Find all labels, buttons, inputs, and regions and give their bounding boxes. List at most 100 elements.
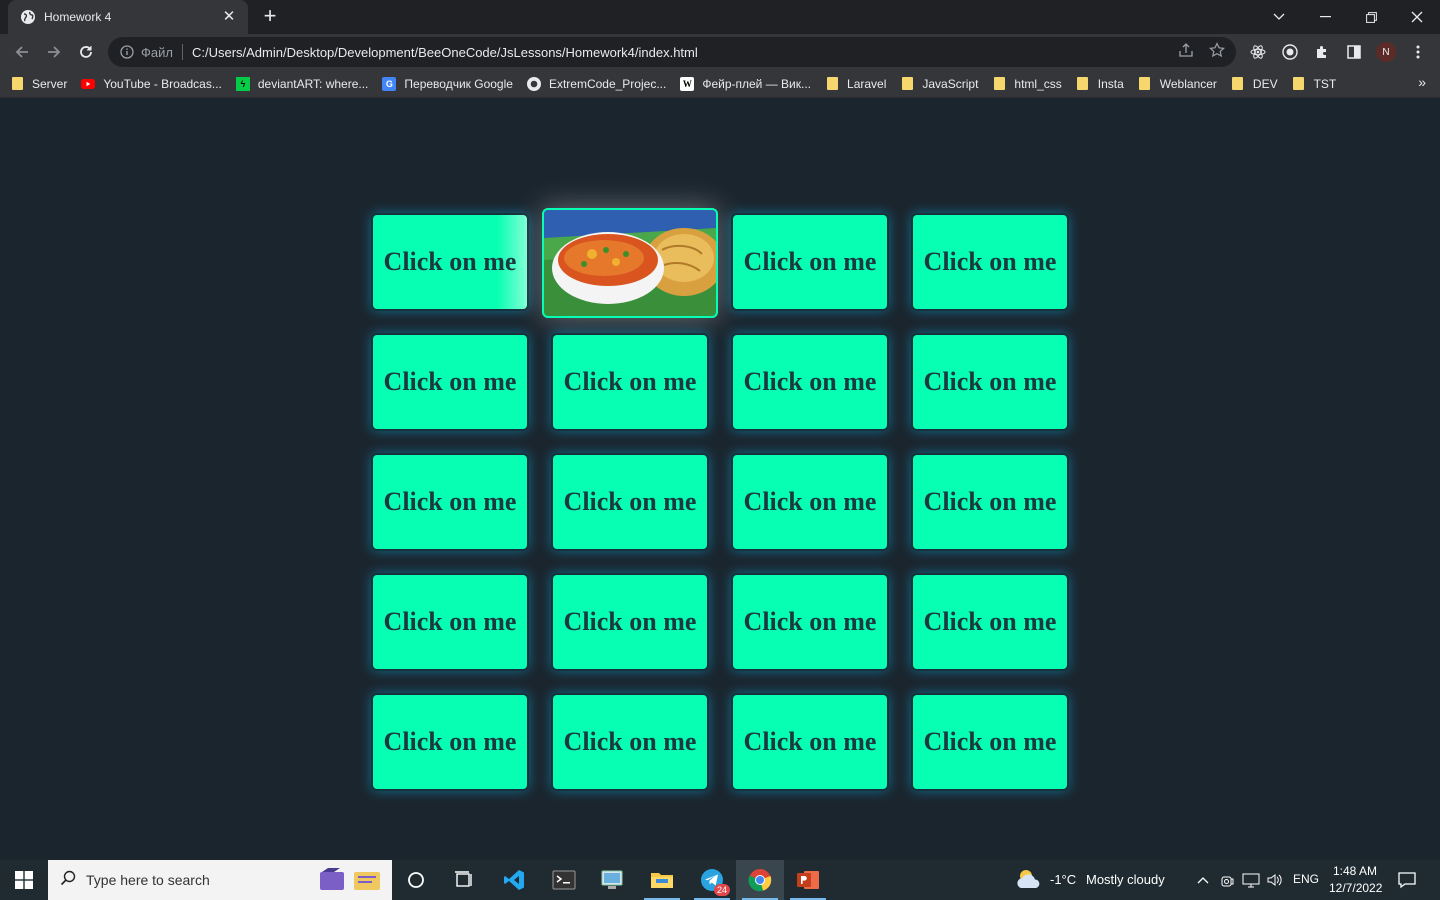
memory-card[interactable]: Click on me <box>551 573 709 671</box>
memory-card[interactable]: Click on me <box>911 453 1069 551</box>
card-label: Click on me <box>923 247 1057 276</box>
memory-card[interactable]: Click on me <box>911 333 1069 431</box>
telegram-icon[interactable]: 24 <box>688 860 736 900</box>
bookmark-javascript[interactable]: JavaScript <box>900 73 978 95</box>
memory-card[interactable]: Click on me <box>731 573 889 671</box>
bookmark-label: html_css <box>1014 76 1062 91</box>
bookmark-deviantart[interactable]: ϟ deviantART: where... <box>235 73 369 95</box>
weather-cloud-icon[interactable] <box>1015 868 1043 892</box>
memory-card[interactable]: Click on me <box>731 213 889 311</box>
network-icon[interactable] <box>1242 871 1260 889</box>
more-bookmarks-button[interactable]: » <box>1418 74 1426 90</box>
cortana-icon[interactable] <box>392 860 440 900</box>
bookmark-dev[interactable]: DEV <box>1231 73 1278 95</box>
address-bar[interactable]: Файл C:/Users/Admin/Desktop/Development/… <box>108 37 1236 67</box>
onedrive-icon[interactable] <box>1218 871 1236 889</box>
bookmark-extremcode[interactable]: ExtremCode_Projec... <box>526 73 667 95</box>
card-label: Click on me <box>383 487 517 516</box>
telegram-badge: 24 <box>714 884 731 896</box>
page-content: Click on me Click on me Click on me Click o… <box>0 98 1440 860</box>
card-label: Click on me <box>743 607 877 636</box>
terminal-icon[interactable] <box>540 860 588 900</box>
tab-close-icon[interactable]: ✕ <box>220 8 238 26</box>
bookmark-tst[interactable]: TST <box>1292 73 1337 95</box>
task-view-icon[interactable] <box>440 860 488 900</box>
card-label: Click on me <box>923 367 1057 396</box>
memory-card[interactable]: Click on me <box>551 333 709 431</box>
chevron-up-icon[interactable] <box>1194 871 1212 889</box>
bookmark-label: JavaScript <box>922 76 979 91</box>
memory-card[interactable]: Click on me <box>371 693 529 791</box>
record-extension-icon[interactable] <box>1280 42 1300 62</box>
bookmark-label: Server <box>32 76 68 91</box>
bookmark-label: Laravel <box>847 76 887 91</box>
bookmark-label: deviantART: where... <box>257 76 369 91</box>
memory-card[interactable]: Click on me <box>371 453 529 551</box>
memory-card[interactable]: Click on me <box>551 693 709 791</box>
bookmark-server[interactable]: Server <box>10 73 67 95</box>
clock-date[interactable]: 12/7/2022 <box>1329 881 1382 895</box>
memory-card[interactable]: Click on me <box>911 213 1069 311</box>
card-label: Click on me <box>383 727 517 756</box>
notification-center-icon[interactable] <box>1398 871 1416 889</box>
omnibox-divider <box>181 44 183 60</box>
volume-icon[interactable] <box>1266 871 1284 889</box>
bookmark-youtube[interactable]: YouTube - Broadcas... <box>81 73 222 95</box>
folder-icon <box>1138 77 1152 91</box>
memory-card[interactable]: Click on me <box>371 573 529 671</box>
reload-button[interactable] <box>73 39 99 65</box>
card-label: Click on me <box>383 607 517 636</box>
bookmark-wikipedia[interactable]: W Фейр-плей — Вик... <box>680 73 811 95</box>
bookmark-google-translate[interactable]: G Переводчик Google <box>382 73 513 95</box>
card-label: Click on me <box>923 607 1057 636</box>
input-language[interactable]: ENG <box>1293 872 1319 886</box>
bookmark-weblancer[interactable]: Weblancer <box>1138 73 1217 95</box>
new-tab-button[interactable]: + <box>258 5 282 29</box>
card-label: Click on me <box>923 727 1057 756</box>
globe-icon <box>20 9 36 25</box>
extensions-puzzle-icon[interactable] <box>1312 42 1332 62</box>
share-icon[interactable] <box>1177 41 1195 59</box>
network-pc-icon[interactable] <box>588 860 636 900</box>
memory-card[interactable]: Click on me <box>731 333 889 431</box>
forward-button[interactable] <box>41 39 67 65</box>
memory-card-revealed[interactable] <box>542 208 718 318</box>
powerpoint-icon[interactable] <box>784 860 832 900</box>
tab-search-icon[interactable] <box>1256 0 1302 34</box>
bookmark-html-css[interactable]: html_css <box>992 73 1062 95</box>
vscode-icon[interactable] <box>490 860 538 900</box>
bookmark-star-icon[interactable] <box>1208 41 1226 59</box>
bookmark-label: ExtremCode_Projec... <box>548 76 667 91</box>
google-translate-icon: G <box>382 76 397 91</box>
back-button[interactable] <box>9 39 35 65</box>
minimize-button[interactable] <box>1302 0 1348 34</box>
memory-card[interactable]: Click on me <box>731 453 889 551</box>
url-text[interactable]: C:/Users/Admin/Desktop/Development/BeeOn… <box>192 45 698 60</box>
weather-description[interactable]: Mostly cloudy <box>1086 872 1165 887</box>
memory-card[interactable]: Click on me <box>371 333 529 431</box>
taskbar-search-box[interactable]: Type here to search <box>48 860 392 900</box>
clock-time[interactable]: 1:48 AM <box>1333 864 1377 878</box>
close-window-button[interactable] <box>1394 0 1440 34</box>
menu-kebab-icon[interactable] <box>1408 42 1428 62</box>
bookmark-insta[interactable]: Insta <box>1076 73 1124 95</box>
file-explorer-icon[interactable] <box>638 860 686 900</box>
folder-icon <box>992 77 1006 91</box>
bookmark-label: TST <box>1313 76 1337 91</box>
memory-card[interactable]: Click on me <box>911 693 1069 791</box>
profile-avatar[interactable]: N <box>1376 42 1396 62</box>
info-icon[interactable] <box>120 45 134 59</box>
memory-card[interactable]: Click on me <box>551 453 709 551</box>
react-devtools-icon[interactable] <box>1248 42 1268 62</box>
memory-card[interactable]: Click on me <box>371 213 529 311</box>
restore-button[interactable] <box>1348 0 1394 34</box>
weather-temperature[interactable]: -1°C <box>1050 872 1076 887</box>
memory-card[interactable]: Click on me <box>731 693 889 791</box>
tab-homework[interactable]: Homework 4 ✕ <box>8 0 248 34</box>
bookmark-laravel[interactable]: Laravel <box>825 73 886 95</box>
wikipedia-icon: W <box>680 76 695 91</box>
chrome-icon[interactable] <box>736 860 784 900</box>
windows-start-icon[interactable] <box>0 860 48 900</box>
side-panel-icon[interactable] <box>1344 42 1364 62</box>
memory-card[interactable]: Click on me <box>911 573 1069 671</box>
